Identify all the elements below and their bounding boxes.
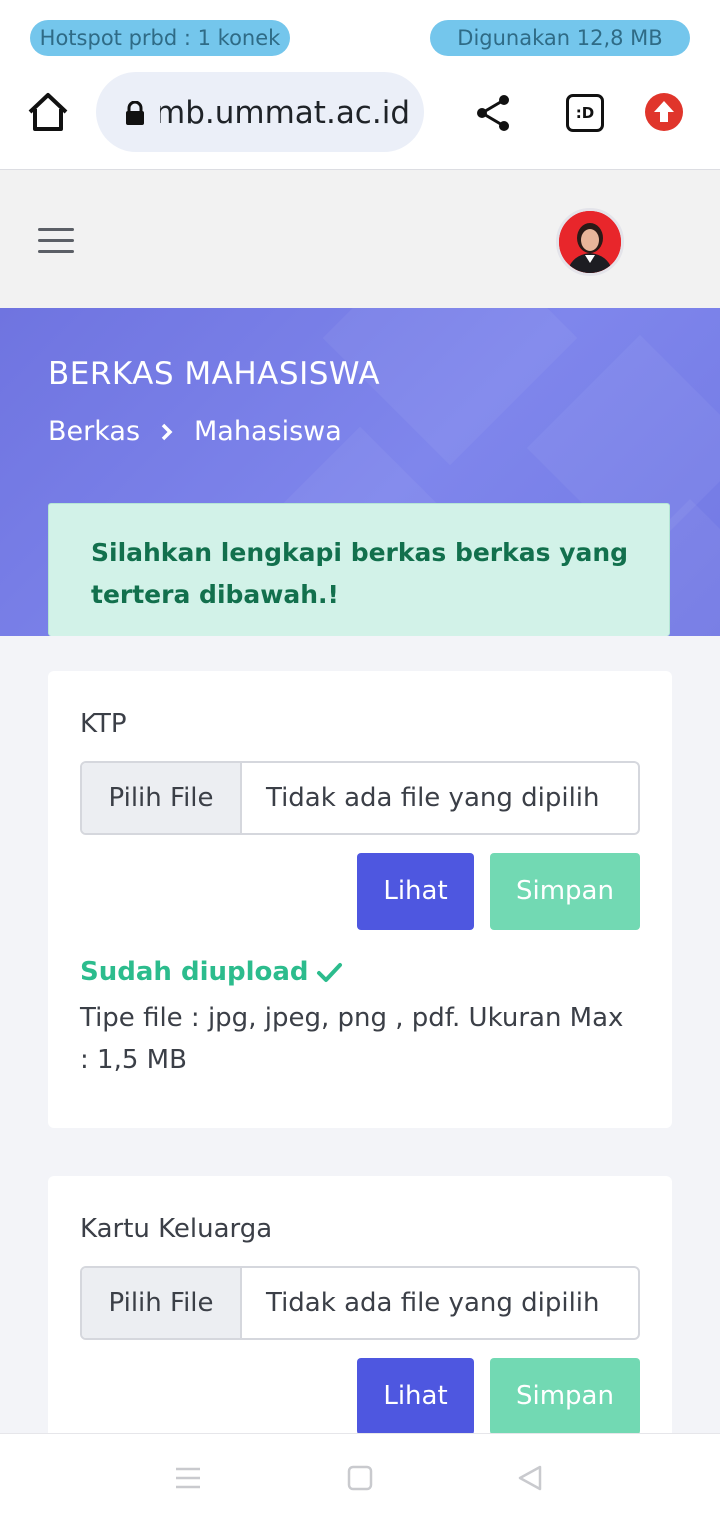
- share-icon[interactable]: [472, 92, 514, 134]
- view-button[interactable]: Lihat: [357, 1358, 474, 1435]
- address-bar[interactable]: pmb.ummat.ac.id: [96, 72, 424, 152]
- data-usage-pill: Digunakan 12,8 MB: [430, 20, 690, 56]
- document-title: Kartu Keluarga: [80, 1214, 273, 1244]
- info-alert: Silahkan lengkapi berkas berkas yang ter…: [48, 503, 670, 636]
- choose-file-button[interactable]: Pilih File: [82, 763, 242, 833]
- document-title: KTP: [80, 709, 127, 739]
- home-icon[interactable]: [26, 90, 70, 134]
- back-triangle-icon[interactable]: [516, 1464, 544, 1492]
- url-text[interactable]: pmb.ummat.ac.id: [160, 94, 410, 132]
- menu-icon[interactable]: [38, 228, 74, 254]
- breadcrumb: Berkas Mahasiswa: [48, 416, 342, 447]
- file-name-text: Tidak ada file yang dipilih: [266, 1288, 600, 1318]
- system-navigation-bar: [0, 1433, 720, 1521]
- chevron-right-icon: [161, 423, 173, 440]
- status-bar: Hotspot prbd : 1 konek Digunakan 12,8 MB: [0, 0, 720, 60]
- save-button[interactable]: Simpan: [490, 853, 640, 930]
- file-name-text: Tidak ada file yang dipilih: [266, 783, 600, 813]
- home-square-icon[interactable]: [346, 1464, 374, 1492]
- lock-icon: [126, 101, 144, 125]
- browser-toolbar: pmb.ummat.ac.id :D: [0, 60, 720, 170]
- document-card-ktp: KTP Pilih File Tidak ada file yang dipil…: [48, 671, 672, 1128]
- avatar[interactable]: [556, 208, 624, 276]
- document-card-kartu-keluarga: Kartu Keluarga Pilih File Tidak ada file…: [48, 1176, 672, 1476]
- file-input[interactable]: Pilih File Tidak ada file yang dipilih: [80, 761, 640, 835]
- upload-status: Sudah diupload: [80, 957, 343, 987]
- save-button[interactable]: Simpan: [490, 1358, 640, 1435]
- breadcrumb-item-mahasiswa: Mahasiswa: [194, 416, 342, 447]
- hotspot-status-pill: Hotspot prbd : 1 konek: [30, 20, 290, 56]
- breadcrumb-item-berkas[interactable]: Berkas: [48, 416, 140, 447]
- app-header: [0, 170, 720, 308]
- upload-arrow-icon[interactable]: [645, 93, 683, 131]
- choose-file-button[interactable]: Pilih File: [82, 1268, 242, 1338]
- tab-switcher-button[interactable]: :D: [566, 94, 604, 132]
- check-icon: [316, 963, 342, 982]
- file-input[interactable]: Pilih File Tidak ada file yang dipilih: [80, 1266, 640, 1340]
- recent-apps-icon[interactable]: [174, 1464, 202, 1492]
- upload-status-text: Sudah diupload: [80, 957, 309, 987]
- file-requirements: Tipe file : jpg, jpeg, png , pdf. Ukuran…: [80, 1003, 624, 1075]
- view-button[interactable]: Lihat: [357, 853, 474, 930]
- page-title: BERKAS MAHASISWA: [48, 356, 381, 392]
